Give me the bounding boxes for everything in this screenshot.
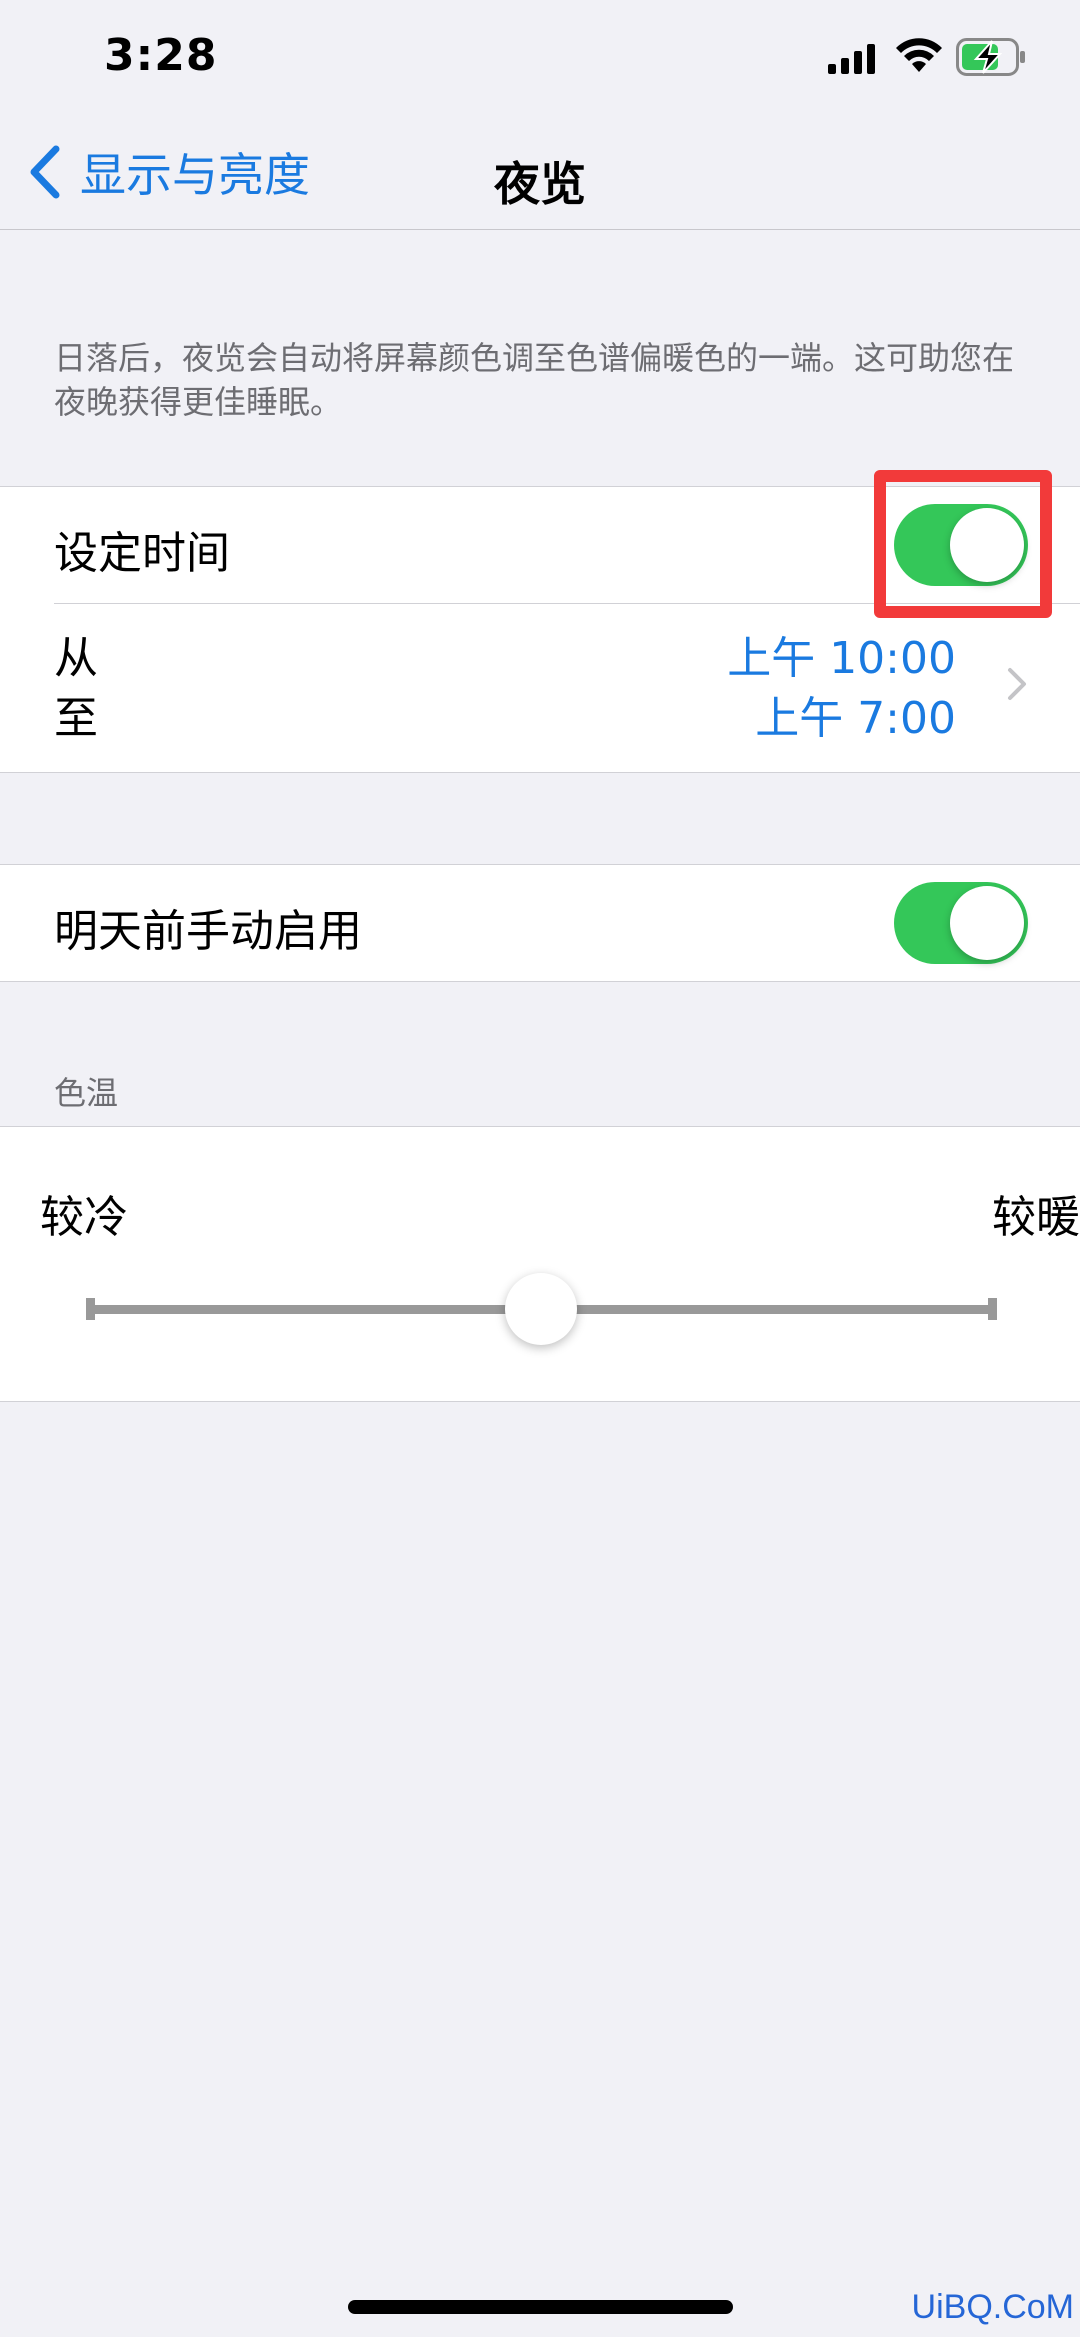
- to-time-value: 上午 7:00: [755, 693, 956, 744]
- color-temperature-slider-thumb[interactable]: [505, 1273, 577, 1345]
- slider-right-end: [988, 1298, 997, 1320]
- watermark: UiBQ.CoM: [911, 2288, 1074, 2326]
- scheduled-toggle[interactable]: [894, 504, 1028, 586]
- status-bar: 3:28: [0, 0, 1080, 120]
- cooler-label: 较冷: [40, 1192, 128, 1243]
- scheduled-row: 设定时间: [0, 487, 1080, 603]
- manual-enable-label: 明天前手动启用: [54, 906, 362, 957]
- status-time: 3:28: [104, 30, 218, 81]
- page-title: 夜览: [494, 157, 586, 211]
- schedule-time-row[interactable]: 从 至 上午 10:00 上午 7:00: [0, 604, 1080, 773]
- to-label: 至: [54, 693, 98, 744]
- color-temperature-group: 较冷 较暖: [0, 1126, 1080, 1402]
- color-temperature-header: 色温: [54, 1074, 119, 1112]
- signal-icon: [828, 44, 875, 74]
- schedule-group: 设定时间 从 至 上午 10:00 上午 7:00: [0, 486, 1080, 773]
- scheduled-label: 设定时间: [54, 528, 230, 579]
- warmer-label: 较暖: [992, 1192, 1080, 1243]
- from-time-value: 上午 10:00: [727, 633, 956, 684]
- toggle-knob: [950, 508, 1024, 582]
- night-shift-description: 日落后，夜览会自动将屏幕颜色调至色谱偏暖色的一端。这可助您在夜晚获得更佳睡眠。: [54, 339, 1015, 421]
- home-indicator[interactable]: [348, 2300, 733, 2314]
- manual-group: 明天前手动启用: [0, 864, 1080, 982]
- manual-enable-toggle[interactable]: [894, 882, 1028, 964]
- battery-charging-icon: [956, 38, 1025, 76]
- wifi-icon: [896, 38, 942, 72]
- chevron-right-icon: [1008, 668, 1026, 700]
- navigation-bar: 显示与亮度 夜览: [0, 120, 1080, 230]
- slider-left-end: [86, 1298, 95, 1320]
- toggle-knob: [950, 886, 1024, 960]
- from-label: 从: [54, 633, 98, 684]
